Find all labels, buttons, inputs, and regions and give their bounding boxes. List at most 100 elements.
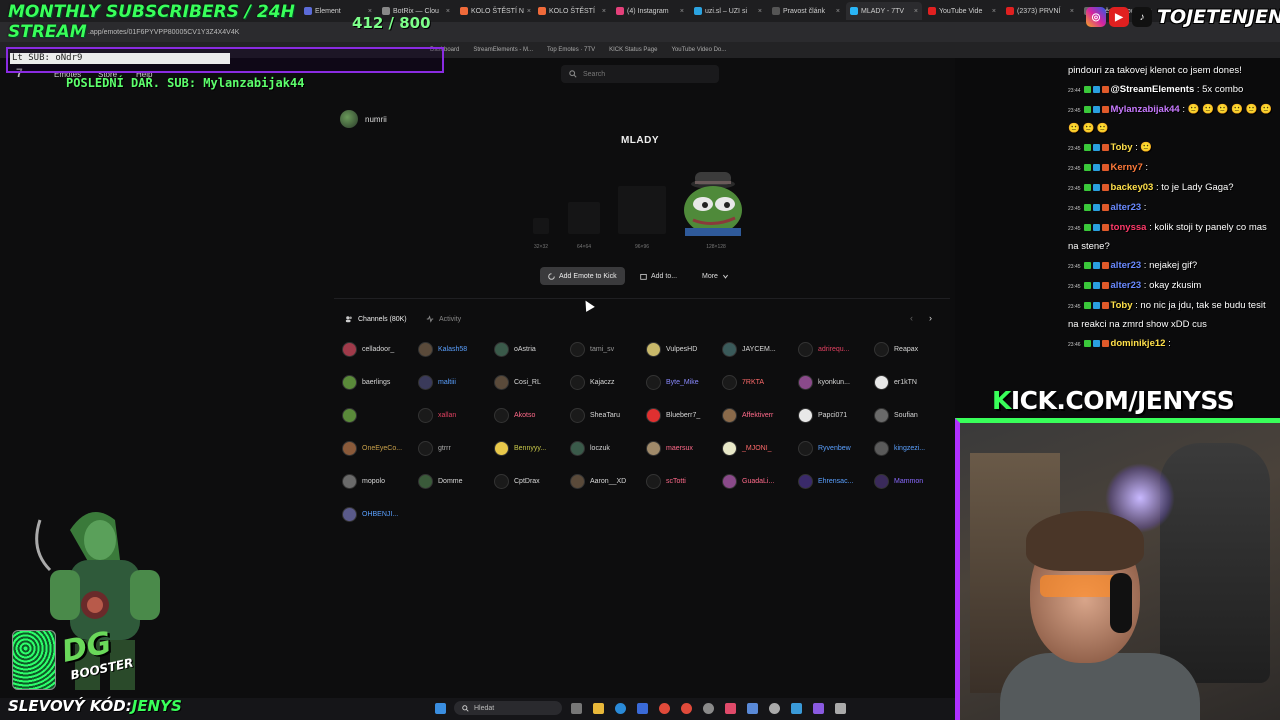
channel-item[interactable]: JAYCEM...	[722, 342, 796, 357]
explorer-icon[interactable]	[593, 703, 604, 714]
browser-tab[interactable]: YouTube Vide ×	[924, 2, 1000, 20]
browser-tab[interactable]: Pravost článk ×	[768, 2, 844, 20]
windows-start-icon[interactable]	[435, 703, 446, 714]
channel-item[interactable]: Byte_Mike	[646, 375, 720, 390]
channel-item[interactable]: Ehrensac...	[798, 474, 872, 489]
close-icon[interactable]: ×	[1070, 8, 1074, 15]
task-view-icon[interactable]	[571, 703, 582, 714]
obs-icon[interactable]	[835, 703, 846, 714]
notes-icon[interactable]	[747, 703, 758, 714]
channel-item[interactable]: maltiii	[418, 375, 492, 390]
close-icon[interactable]: ×	[992, 8, 996, 15]
gear-icon[interactable]	[769, 703, 780, 714]
channel-item[interactable]: loczuk	[570, 441, 644, 456]
tab-activity[interactable]: Activity	[426, 315, 461, 323]
channel-item[interactable]: adrirequ...	[798, 342, 872, 357]
channel-item[interactable]: kingzezi...	[874, 441, 948, 456]
bookmark-item[interactable]: StreamElements - M...	[473, 47, 533, 53]
add-emote-to-kick-button[interactable]: Add Emote to Kick	[540, 267, 625, 285]
bookmark-item[interactable]: KICK Status Page	[609, 47, 657, 53]
channel-item[interactable]: VulpesHD	[646, 342, 720, 357]
browser-tab[interactable]: KOLO ŠTĚSTÍ ×	[534, 2, 610, 20]
browser-tab[interactable]: KOLO ŠTĚSTÍ N ×	[456, 2, 532, 20]
browser-tab[interactable]: uzi.sl – UZI si ×	[690, 2, 766, 20]
bookmark-item[interactable]: Top Emotes · 7TV	[547, 47, 595, 53]
chrome-icon[interactable]	[659, 703, 670, 714]
mail-icon[interactable]	[791, 703, 802, 714]
more-button[interactable]: More	[694, 267, 737, 285]
owner-name: numrii	[365, 114, 387, 124]
channel-item[interactable]: Papci071	[798, 408, 872, 423]
channel-item[interactable]: Cosi_RL	[494, 375, 568, 390]
channel-item[interactable]: OHBENJI...	[342, 507, 416, 522]
channel-item[interactable]: CptDrax	[494, 474, 568, 489]
close-icon[interactable]: ×	[602, 8, 606, 15]
bookmark-item[interactable]: YouTube Video Do...	[671, 47, 726, 53]
browser-tab[interactable]: MLADY - 7TV ×	[846, 2, 922, 20]
chat-time: 23:45	[1068, 186, 1081, 192]
channel-name: maltiii	[438, 379, 456, 386]
chat-badge-icon	[1101, 339, 1109, 347]
close-icon[interactable]: ×	[914, 8, 918, 15]
channel-item[interactable]: _MJONI_	[722, 441, 796, 456]
chat-username: alter23	[1110, 202, 1142, 213]
channel-item[interactable]: Domme	[418, 474, 492, 489]
channel-item[interactable]: Aaron__XD	[570, 474, 644, 489]
tab-channels-label: Channels (80K)	[358, 315, 407, 323]
channel-item[interactable]: baerlings	[342, 375, 416, 390]
tab-activity-label: Activity	[439, 315, 462, 323]
kick-url: ICK.COM/JENYSS	[1010, 386, 1235, 415]
discord-icon[interactable]	[813, 703, 824, 714]
edge-icon[interactable]	[615, 703, 626, 714]
channel-item[interactable]: maersux	[646, 441, 720, 456]
prev-page-button[interactable]: ‹	[910, 313, 913, 323]
chat-message: 23:44 @StreamElements : 5x combo	[1068, 81, 1274, 100]
browser-tab[interactable]: (2373) PRVNÍ ×	[1002, 2, 1078, 20]
store-icon[interactable]	[637, 703, 648, 714]
channel-item[interactable]: Blueberr7_	[646, 408, 720, 423]
add-to-button[interactable]: Add to...	[632, 267, 685, 285]
channel-item[interactable]: OneEyeCo...	[342, 441, 416, 456]
close-icon[interactable]: ×	[758, 8, 762, 15]
channel-name: Aaron__XD	[590, 478, 627, 485]
taskbar-search[interactable]: Hledat	[454, 701, 562, 715]
next-page-button[interactable]: ›	[929, 313, 932, 323]
close-icon[interactable]: ×	[446, 8, 450, 15]
close-icon[interactable]: ×	[527, 8, 531, 15]
channel-item[interactable]: 7RKTA	[722, 375, 796, 390]
channel-item[interactable]: Kajaczz	[570, 375, 644, 390]
channel-item[interactable]: er1kTN	[874, 375, 948, 390]
app-icon[interactable]	[725, 703, 736, 714]
emote-owner[interactable]: numrii	[340, 110, 387, 128]
channel-item[interactable]: tami_sv	[570, 342, 644, 357]
channel-item[interactable]: Akotso	[494, 408, 568, 423]
channel-item[interactable]: Soufian	[874, 408, 948, 423]
settings-icon[interactable]	[703, 703, 714, 714]
channel-item[interactable]: Ryvenbew	[798, 441, 872, 456]
webcam-chair	[1160, 443, 1270, 683]
channel-item[interactable]: SheaTaru	[570, 408, 644, 423]
channel-item[interactable]: Mammon	[874, 474, 948, 489]
channel-item[interactable]: Kalash58	[418, 342, 492, 357]
tab-label: uzi.sl – UZI si	[705, 7, 748, 15]
channel-item[interactable]: oAstria	[494, 342, 568, 357]
chrome-alt-icon[interactable]	[681, 703, 692, 714]
channel-item[interactable]: scTotti	[646, 474, 720, 489]
browser-tab[interactable]: (4) Instagram ×	[612, 2, 688, 20]
channel-item[interactable]: Bennyyy...	[494, 441, 568, 456]
close-icon[interactable]: ×	[836, 8, 840, 15]
channel-item[interactable]: xallan	[418, 408, 492, 423]
channel-item[interactable]: gtrrr	[418, 441, 492, 456]
channel-item[interactable]: mopolo	[342, 474, 416, 489]
channel-item[interactable]: Reapax	[874, 342, 948, 357]
channel-item[interactable]: Affektiverr	[722, 408, 796, 423]
close-icon[interactable]: ×	[680, 8, 684, 15]
tab-channels[interactable]: Channels (80K)	[345, 315, 407, 323]
channel-item[interactable]: kyonkun...	[798, 375, 872, 390]
channel-item[interactable]	[342, 408, 416, 423]
channel-avatar	[798, 441, 813, 456]
last-donation-text: POSLEDNÍ DAR. SUB: Mylanzabijak44	[66, 76, 305, 90]
channel-item[interactable]: celladoor_	[342, 342, 416, 357]
channel-item[interactable]: GuadaLi...	[722, 474, 796, 489]
search-input[interactable]: Search	[561, 65, 719, 83]
